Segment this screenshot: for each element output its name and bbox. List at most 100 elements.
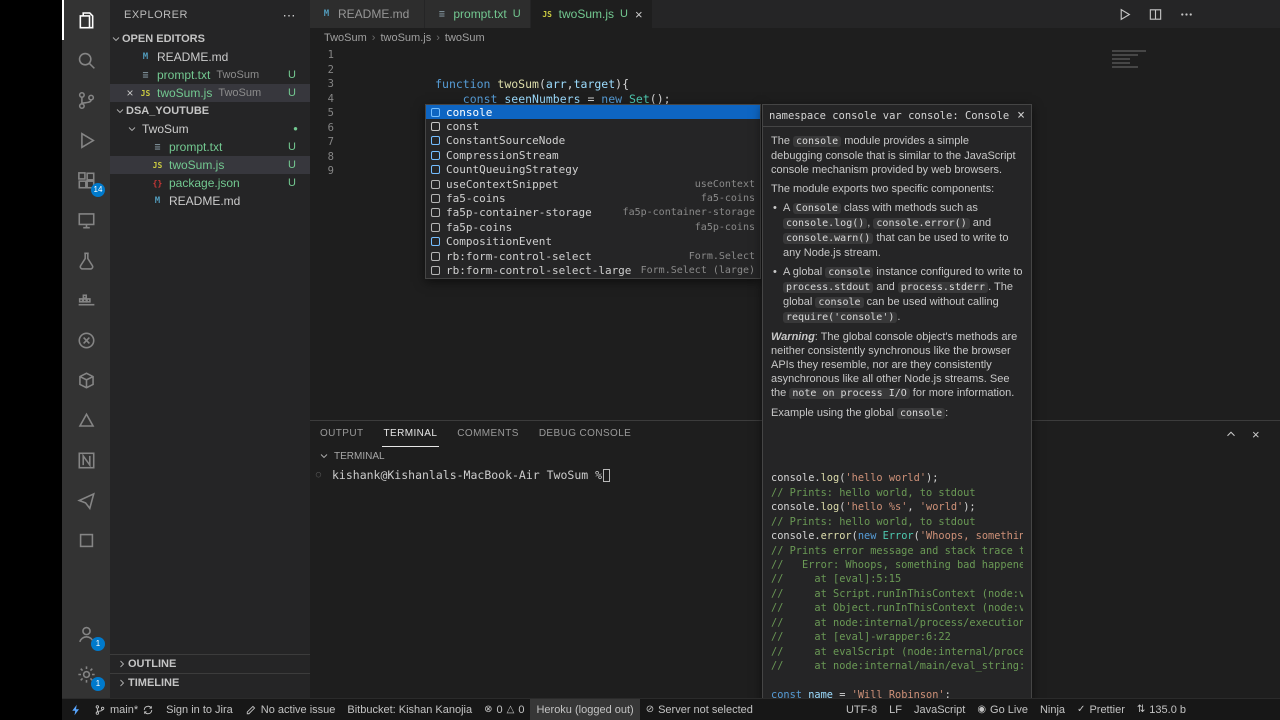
- heroku-item[interactable]: Heroku (logged out): [530, 699, 640, 720]
- close-panel-icon[interactable]: ×: [1252, 428, 1260, 441]
- line-number: 7: [327, 136, 334, 148]
- breadcrumb-file[interactable]: twoSum.js: [380, 32, 431, 44]
- sidebar-header: EXPLORER ⋯: [110, 0, 310, 30]
- source-control-icon[interactable]: [62, 80, 110, 120]
- tree-item-prompt[interactable]: prompt.txt U: [110, 138, 310, 156]
- explorer-icon[interactable]: [62, 0, 110, 40]
- ninja-item[interactable]: Ninja: [1034, 699, 1071, 720]
- suggestion-label: fa5p-container-storage: [446, 206, 592, 220]
- tree-item-readme[interactable]: README.md: [110, 192, 310, 210]
- suggestion-item[interactable]: CompositionEvent: [426, 235, 760, 249]
- heroku-icon[interactable]: [62, 400, 110, 440]
- suggestion-item[interactable]: rb:form-control-select-large Form.Select…: [426, 263, 760, 277]
- language-item[interactable]: JavaScript: [908, 699, 971, 720]
- suggestion-item[interactable]: fa5p-container-storage fa5p-container-st…: [426, 206, 760, 220]
- close-icon[interactable]: ×: [1017, 108, 1025, 123]
- eol-item[interactable]: LF: [883, 699, 908, 720]
- placeholder-icon[interactable]: [62, 520, 110, 560]
- suggestion-item[interactable]: CompressionStream: [426, 148, 760, 162]
- explorer-sidebar: EXPLORER ⋯ OPEN EDITORS README.md prompt…: [110, 0, 310, 698]
- open-editor-item-readme[interactable]: README.md: [110, 48, 310, 66]
- tab-output[interactable]: OUTPUT: [318, 421, 366, 447]
- suggestion-detail: fa5p-container-storage: [622, 207, 755, 219]
- suggestion-item[interactable]: fa5-coins fa5-coins: [426, 191, 760, 205]
- more-actions-icon[interactable]: [1179, 7, 1194, 22]
- tab-comments[interactable]: COMMENTS: [455, 421, 521, 447]
- extensions-icon[interactable]: 14: [62, 160, 110, 200]
- docs-header: namespace console var console: Console ×: [763, 105, 1031, 127]
- maximize-panel-icon[interactable]: [1224, 427, 1238, 441]
- search-icon[interactable]: [62, 40, 110, 80]
- markdown-file-icon: [319, 9, 334, 19]
- npm-icon[interactable]: [62, 440, 110, 480]
- breadcrumb-folder[interactable]: TwoSum: [324, 32, 367, 44]
- tab-terminal[interactable]: TERMINAL: [381, 421, 440, 447]
- open-editor-item-twosum[interactable]: × twoSum.js TwoSum U: [110, 84, 310, 102]
- suggestion-item[interactable]: CountQueuingStrategy: [426, 163, 760, 177]
- suggestion-item[interactable]: fa5p-coins fa5p-coins: [426, 220, 760, 234]
- package-icon[interactable]: [62, 360, 110, 400]
- tree-item-twosum[interactable]: twoSum.js U: [110, 156, 310, 174]
- vscode-window: 14 1 1 EXPLORER ⋯ OPEN EDITORS M README.…: [62, 0, 1280, 720]
- active-issue-item[interactable]: No active issue: [239, 699, 342, 720]
- run-debug-icon[interactable]: [62, 120, 110, 160]
- text-file-icon: [434, 9, 449, 20]
- chevron-right-icon: ›: [436, 31, 440, 44]
- docs-paragraph: The console module provides a simple deb…: [771, 135, 1016, 176]
- open-editors-header[interactable]: OPEN EDITORS: [110, 30, 310, 48]
- problems-item[interactable]: ⊗ 0 △ 0: [478, 699, 530, 720]
- breadcrumb-symbol[interactable]: twoSum: [445, 32, 485, 44]
- testing-icon[interactable]: [62, 240, 110, 280]
- code-line[interactable]: 3 for(const num of arr){: [310, 77, 1280, 120]
- git-badge: U: [288, 159, 296, 171]
- docs-body: The console module provides a simple deb…: [763, 127, 1031, 702]
- folder-twosum[interactable]: TwoSum ●: [110, 120, 310, 138]
- code-token: ){: [615, 77, 630, 91]
- git-branch-item[interactable]: main*: [88, 699, 160, 720]
- docs-code-line: // at evalScript (node:internal/process/…: [771, 645, 1023, 658]
- remote-explorer-icon[interactable]: [62, 200, 110, 240]
- outline-section[interactable]: OUTLINE: [110, 654, 310, 673]
- bitbucket-item[interactable]: Bitbucket: Kishan Kanojia: [341, 699, 478, 720]
- suggestion-detail: useContext: [694, 178, 755, 190]
- line-number: 4: [327, 92, 334, 105]
- go-live-item[interactable]: ◉ Go Live: [971, 699, 1034, 720]
- tree-item-package-json[interactable]: package.json U: [110, 174, 310, 192]
- tab-prompt[interactable]: prompt.txt U: [425, 0, 531, 28]
- suggestion-item[interactable]: rb:form-control-select Form.Select: [426, 249, 760, 263]
- tab-debug-console[interactable]: DEBUG CONSOLE: [537, 421, 633, 447]
- encoding-item[interactable]: UTF-8: [840, 699, 883, 720]
- close-icon[interactable]: ×: [122, 84, 138, 102]
- prettier-item[interactable]: ✓ Prettier: [1071, 699, 1131, 720]
- split-editor-icon[interactable]: [1148, 7, 1163, 22]
- run-icon[interactable]: [1117, 7, 1132, 22]
- close-icon[interactable]: ×: [635, 7, 643, 22]
- status-bar: main* Sign in to Jira No active issue Bi…: [62, 698, 1280, 720]
- suggestion-detail: fa5-coins: [700, 193, 755, 205]
- text-file-icon: [138, 70, 153, 81]
- docker-icon[interactable]: [62, 280, 110, 320]
- tab-readme[interactable]: README.md: [310, 0, 426, 28]
- remote-indicator[interactable]: [64, 699, 88, 720]
- server-item[interactable]: ⊘ Server not selected: [640, 699, 759, 720]
- zap-icon: [72, 704, 79, 715]
- open-editor-item-prompt[interactable]: prompt.txt TwoSum U: [110, 66, 310, 84]
- workspace-root-folder[interactable]: DSA_YOUTUBE: [110, 102, 310, 120]
- suggestion-item[interactable]: useContextSnippet useContext: [426, 177, 760, 191]
- accounts-icon[interactable]: 1: [62, 614, 110, 654]
- suggestion-item[interactable]: const: [426, 119, 760, 133]
- tab-twosum[interactable]: twoSum.js U ×: [530, 0, 653, 28]
- file-name: package.json: [169, 176, 240, 190]
- suggestion-item[interactable]: ConstantSourceNode: [426, 134, 760, 148]
- more-actions-icon[interactable]: ⋯: [283, 9, 297, 22]
- live-share-icon[interactable]: [62, 320, 110, 360]
- minimap[interactable]: [1107, 48, 1151, 70]
- network-stats-item[interactable]: ⇅ 135.0 b: [1131, 699, 1192, 720]
- docs-code-line: // at Script.runInThisContext (node:vm:1…: [771, 587, 1023, 600]
- docs-blocks: The console module provides a simple deb…: [771, 134, 1023, 421]
- jira-signin-item[interactable]: Sign in to Jira: [160, 699, 239, 720]
- suggestion-item[interactable]: console: [426, 105, 760, 120]
- timeline-section[interactable]: TIMELINE: [110, 673, 310, 692]
- settings-gear-icon[interactable]: 1: [62, 654, 110, 694]
- live-server-icon[interactable]: [62, 480, 110, 520]
